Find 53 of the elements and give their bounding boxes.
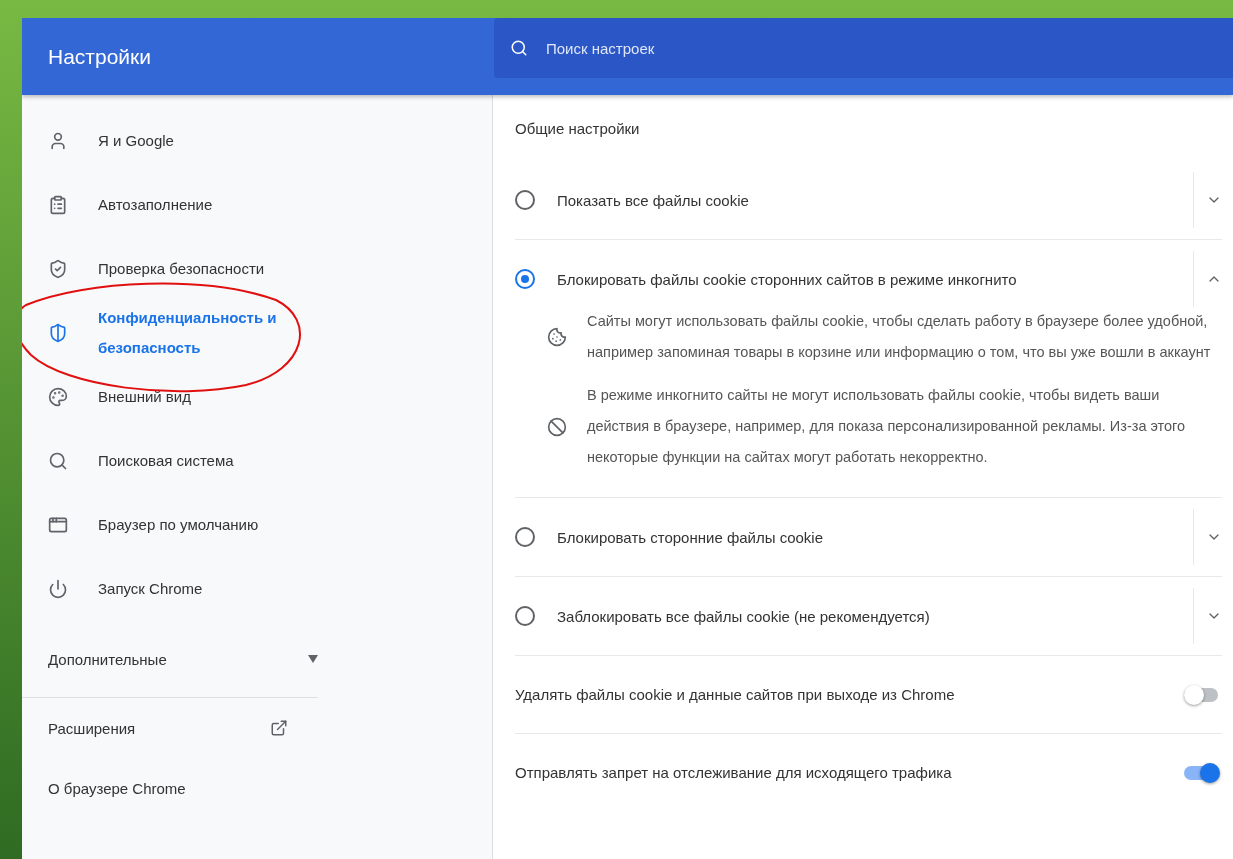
description-text: Сайты могут использовать файлы cookie, чтобы сделать работу в браузере более удобной, например запоминая товары в корзине или информацию о том, что вы уже вошли в аккаунт [587, 312, 1212, 362]
sidebar-item[interactable]: Внешний вид [22, 365, 492, 429]
sidebar-item[interactable]: Поисковая система [22, 429, 492, 493]
sidebar-item[interactable]: Автозаполнение [22, 173, 492, 237]
sidebar-item[interactable]: Запуск Chrome [22, 557, 492, 621]
sidebar-link[interactable]: Расширения [22, 698, 288, 758]
sidebar-item-label: Я и Google [98, 131, 175, 151]
person-icon [48, 131, 68, 151]
section-title: Общие настройки [515, 118, 641, 139]
shield-check-icon [48, 259, 68, 279]
sidebar-item-label: Запуск Chrome [98, 579, 204, 599]
sidebar-item[interactable]: Я и Google [22, 109, 492, 173]
description-text: В режиме инкогнито сайты не могут использовать файлы cookie, чтобы видеть ваши действия в браузере, например, для показа персонализированной рекламы. Из-за этого некоторые функции на сайтах могут работать некорректно. [587, 386, 1187, 467]
search-icon [510, 39, 528, 57]
toggle-switch[interactable] [1184, 765, 1218, 780]
triangle-icon [308, 655, 318, 663]
advanced-section-toggle[interactable]: Дополнительные [22, 621, 318, 698]
sidebar-item-label: Проверка безопасности [98, 259, 266, 279]
radio-option-label: Блокировать файлы cookie сторонних сайтов в режиме инкогнито [557, 270, 1018, 288]
sidebar-item-label: Внешний вид [98, 387, 192, 407]
palette-icon [48, 387, 68, 407]
external-link-icon [270, 719, 288, 737]
radio-button[interactable] [515, 606, 535, 626]
sidebar-item[interactable]: Проверка безопасности [22, 237, 492, 301]
radio-option[interactable]: Показать все файлы cookie [515, 161, 1222, 239]
clipboard-icon [48, 195, 68, 215]
sidebar-item-label: Автозаполнение [98, 195, 214, 215]
sidebar-item-label: Браузер по умолчанию [98, 515, 260, 535]
radio-button[interactable] [515, 269, 535, 289]
sidebar-item-label: Конфиденциальность и безопасность [98, 308, 278, 358]
sidebar-item-label: Поисковая система [98, 451, 235, 471]
radio-button[interactable] [515, 190, 535, 210]
search-input[interactable]: Поиск настроек [544, 38, 1233, 58]
sidebar-item[interactable]: Браузер по умолчанию [22, 493, 492, 557]
blocked-circle-icon [547, 416, 567, 437]
radio-option[interactable]: Блокировать сторонние файлы cookie [515, 498, 1222, 576]
radio-button[interactable] [515, 527, 535, 547]
radio-option-label: Блокировать сторонние файлы cookie [557, 528, 825, 546]
page-title: Настройки [47, 44, 152, 69]
toggle-label: Удалять файлы cookie и данные сайтов при выходе из Chrome [515, 686, 955, 703]
browser-window-icon [48, 515, 68, 535]
toggle-switch[interactable] [1184, 687, 1218, 702]
search-field[interactable]: Поиск настроек [494, 18, 1233, 78]
toggle-label: Отправлять запрет на отслеживание для исходящего трафика [515, 764, 952, 781]
radio-option-label: Показать все файлы cookie [557, 191, 750, 209]
radio-option[interactable]: Заблокировать все файлы cookie (не рекомендуется) [515, 577, 1222, 655]
radio-option-label: Заблокировать все файлы cookie (не рекомендуется) [557, 607, 931, 625]
cookie-icon [547, 327, 567, 347]
search-icon [48, 451, 68, 471]
sidebar-link[interactable]: О браузере Chrome [22, 758, 288, 818]
power-icon [48, 579, 68, 599]
shield-icon [48, 323, 68, 343]
sidebar-item[interactable]: Конфиденциальность и безопасность [22, 301, 492, 365]
